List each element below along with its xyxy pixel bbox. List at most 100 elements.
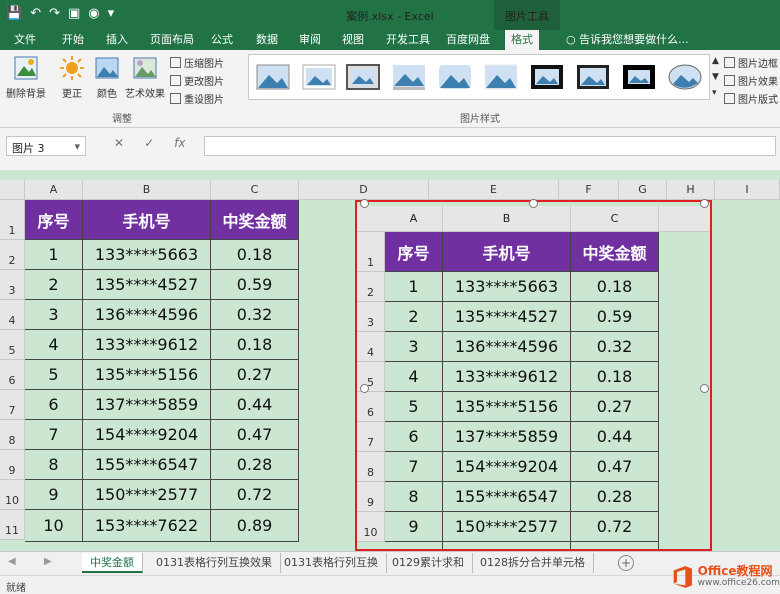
picture-style-7[interactable] (529, 59, 565, 95)
sheet-tab[interactable]: 0128拆分合并单元格 (472, 553, 594, 573)
resize-handle-right[interactable] (700, 384, 709, 393)
table-cell[interactable]: 4 (25, 330, 83, 360)
table-cell[interactable]: 7 (25, 420, 83, 450)
row-header-4[interactable]: 4 (0, 300, 25, 330)
picture-style-8[interactable] (575, 59, 611, 95)
picture-style-6[interactable] (483, 59, 519, 95)
table-cell[interactable]: 9 (25, 480, 83, 510)
tab-baidu-pan[interactable]: 百度网盘 (440, 30, 496, 50)
select-all-corner[interactable] (0, 180, 25, 200)
picture-effects-button[interactable]: 图片效果 (724, 73, 778, 88)
artistic-effects-button[interactable]: 艺术效果 (124, 54, 166, 100)
name-box[interactable]: 图片 3▾ (6, 136, 86, 156)
tab-review[interactable]: 审阅 (293, 30, 327, 50)
row-header-5[interactable]: 5 (0, 330, 25, 360)
column-header-g[interactable]: G (619, 180, 667, 200)
table-cell[interactable]: 155****6547 (83, 450, 211, 480)
column-header-h[interactable]: H (667, 180, 715, 200)
sheet-tab-active[interactable]: 中奖金额 (82, 553, 143, 573)
tab-format[interactable]: 格式 (505, 30, 539, 50)
table-cell[interactable]: 2 (25, 270, 83, 300)
table-cell[interactable]: 136****4596 (83, 300, 211, 330)
picture-style-5[interactable] (437, 59, 473, 95)
table-cell[interactable]: 10 (25, 510, 83, 542)
table-cell[interactable]: 0.28 (211, 450, 299, 480)
table-cell[interactable]: 0.18 (211, 240, 299, 270)
row-header-1[interactable]: 1 (0, 200, 25, 240)
compress-pictures-button[interactable]: 压缩图片 (170, 55, 224, 70)
tab-file[interactable]: 文件 (8, 30, 42, 50)
row-header-7[interactable]: 7 (0, 390, 25, 420)
row-header-10[interactable]: 10 (0, 480, 25, 510)
row-header-3[interactable]: 3 (0, 270, 25, 300)
gallery-more[interactable]: ▾ (712, 88, 717, 98)
resize-handle-top-right[interactable] (700, 199, 709, 208)
table-header-cell[interactable]: 手机号 (83, 200, 211, 240)
remove-background-button[interactable]: 删除背景 (4, 54, 48, 100)
tab-formulas[interactable]: 公式 (205, 30, 239, 50)
row-header-9[interactable]: 9 (0, 450, 25, 480)
table-cell[interactable]: 0.72 (211, 480, 299, 510)
table-cell[interactable]: 0.44 (211, 390, 299, 420)
row-header-8[interactable]: 8 (0, 420, 25, 450)
table-cell[interactable]: 135****4527 (83, 270, 211, 300)
picture-layout-button[interactable]: 图片版式 (724, 91, 778, 106)
table-cell[interactable]: 133****9612 (83, 330, 211, 360)
table-cell[interactable]: 137****5859 (83, 390, 211, 420)
sheet-nav-next-icon[interactable]: ▶ (44, 556, 52, 567)
gallery-scroll-up[interactable]: ▲ (712, 56, 719, 66)
picture-style-4[interactable] (391, 59, 427, 95)
sheet-tab[interactable]: 0131表格行列互换效果 (148, 553, 281, 573)
sheet-nav-prev-icon[interactable]: ◀ (8, 556, 16, 567)
chevron-down-icon[interactable]: ▾ (74, 140, 80, 153)
row-header-2[interactable]: 2 (0, 240, 25, 270)
table-cell[interactable]: 6 (25, 390, 83, 420)
tab-insert[interactable]: 插入 (100, 30, 134, 50)
sheet-tab[interactable]: 0131表格行列互换 (276, 553, 387, 573)
table-cell[interactable]: 0.18 (211, 330, 299, 360)
cancel-icon[interactable]: ✕ (114, 136, 124, 156)
table-cell[interactable]: 150****2577 (83, 480, 211, 510)
picture-style-1[interactable] (255, 59, 291, 95)
picture-style-3[interactable] (345, 59, 381, 95)
add-sheet-icon[interactable]: + (618, 555, 634, 571)
column-header-i[interactable]: I (715, 180, 780, 200)
tab-view[interactable]: 视图 (336, 30, 370, 50)
table-cell[interactable]: 0.47 (211, 420, 299, 450)
sheet-tab[interactable]: 0129累计求和 (384, 553, 473, 573)
column-header-d[interactable]: D (299, 180, 429, 200)
table-cell[interactable]: 135****5156 (83, 360, 211, 390)
change-picture-button[interactable]: 更改图片 (170, 73, 224, 88)
reset-picture-button[interactable]: 重设图片 (170, 91, 224, 106)
table-header-cell[interactable]: 序号 (25, 200, 83, 240)
table-cell[interactable]: 5 (25, 360, 83, 390)
insert-function-icon[interactable]: fx (174, 136, 185, 156)
table-cell[interactable]: 8 (25, 450, 83, 480)
resize-handle-top[interactable] (529, 199, 538, 208)
table-cell[interactable]: 3 (25, 300, 83, 330)
tab-home[interactable]: 开始 (56, 30, 90, 50)
resize-handle-left[interactable] (360, 384, 369, 393)
picture-border-button[interactable]: 图片边框 (724, 55, 778, 70)
table-cell[interactable]: 1 (25, 240, 83, 270)
tab-page-layout[interactable]: 页面布局 (144, 30, 200, 50)
table-cell[interactable]: 154****9204 (83, 420, 211, 450)
linked-picture[interactable]: A B C 1 2 3 4 5 6 7 8 9 10 序号 手机号 中奖金额 1… (355, 200, 712, 551)
table-cell[interactable]: 0.89 (211, 510, 299, 542)
formula-input[interactable] (204, 136, 776, 156)
table-cell[interactable]: 0.27 (211, 360, 299, 390)
table-cell[interactable]: 133****5663 (83, 240, 211, 270)
color-button[interactable]: 颜色 (92, 54, 122, 100)
row-header-6[interactable]: 6 (0, 360, 25, 390)
column-header-e[interactable]: E (429, 180, 559, 200)
column-header-b[interactable]: B (83, 180, 211, 200)
tell-me-search[interactable]: ○ 告诉我您想要做什么... (560, 30, 695, 50)
gallery-scroll-down[interactable]: ▼ (712, 72, 719, 82)
tab-developer[interactable]: 开发工具 (380, 30, 436, 50)
column-header-f[interactable]: F (559, 180, 619, 200)
table-cell[interactable]: 0.59 (211, 270, 299, 300)
tab-data[interactable]: 数据 (250, 30, 284, 50)
row-header-11[interactable]: 11 (0, 510, 25, 540)
column-header-c[interactable]: C (211, 180, 299, 200)
resize-handle-top-left[interactable] (360, 199, 369, 208)
